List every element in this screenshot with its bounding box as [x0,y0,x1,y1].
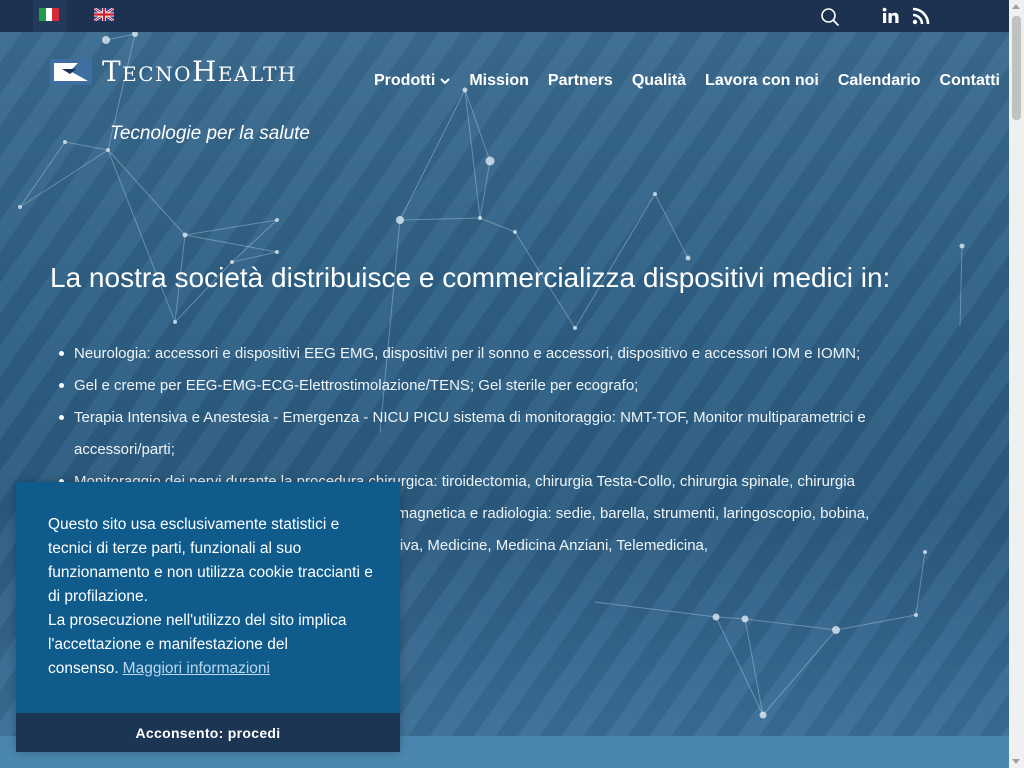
list-item: Terapia Intensiva e Anestesia - Emergenz… [59,402,954,466]
nav-item-prodotti[interactable]: Prodotti [374,72,451,90]
nav-item-qualita[interactable]: Qualità [632,72,686,90]
cookie-more-info-link[interactable]: Maggiori informazioni [123,660,270,677]
list-item: Gel e creme per EEG-EMG-ECG-Elettrostimo… [59,370,954,402]
cookie-message: Questo sito usa esclusivamente statistic… [48,513,378,681]
page-scrollbar[interactable] [1009,0,1024,768]
top-bar [0,0,1009,32]
nav-item-lavora-con-noi[interactable]: Lavora con noi [705,72,819,90]
logo-mark-icon [50,58,92,85]
linkedin-icon[interactable] [881,6,901,26]
rss-icon[interactable] [911,6,931,26]
nav-item-label: Prodotti [374,72,436,89]
uk-flag-icon[interactable] [94,8,114,21]
page-headline: La nostra società distribuisce e commerc… [50,262,891,293]
italian-flag-icon[interactable] [39,8,59,21]
list-item: Neurologia: accessori e dispositivi EEG … [59,338,954,370]
cookie-banner: Questo sito usa esclusivamente statistic… [16,482,400,752]
nav-item-mission[interactable]: Mission [469,72,529,90]
scroll-down-arrow-icon[interactable] [1012,759,1020,764]
tagline: Tecnologie per la salute [110,123,310,144]
scroll-thumb[interactable] [1012,16,1021,120]
nav-item-contatti[interactable]: Contatti [940,72,1000,90]
search-icon[interactable] [820,7,840,27]
chevron-down-icon [440,78,451,85]
nav-item-calendario[interactable]: Calendario [838,72,921,90]
main-nav: Prodotti Mission Partners Qualità Lavora… [374,72,1000,90]
site-logo[interactable]: TecnoHealth [50,55,297,88]
nav-item-partners[interactable]: Partners [548,72,613,90]
cookie-text-1: Questo sito usa esclusivamente statistic… [48,516,373,605]
cookie-accept-button[interactable]: Acconsento: procedi [16,713,400,752]
scroll-up-arrow-icon[interactable] [1012,4,1020,9]
logo-text: TecnoHealth [102,55,297,88]
